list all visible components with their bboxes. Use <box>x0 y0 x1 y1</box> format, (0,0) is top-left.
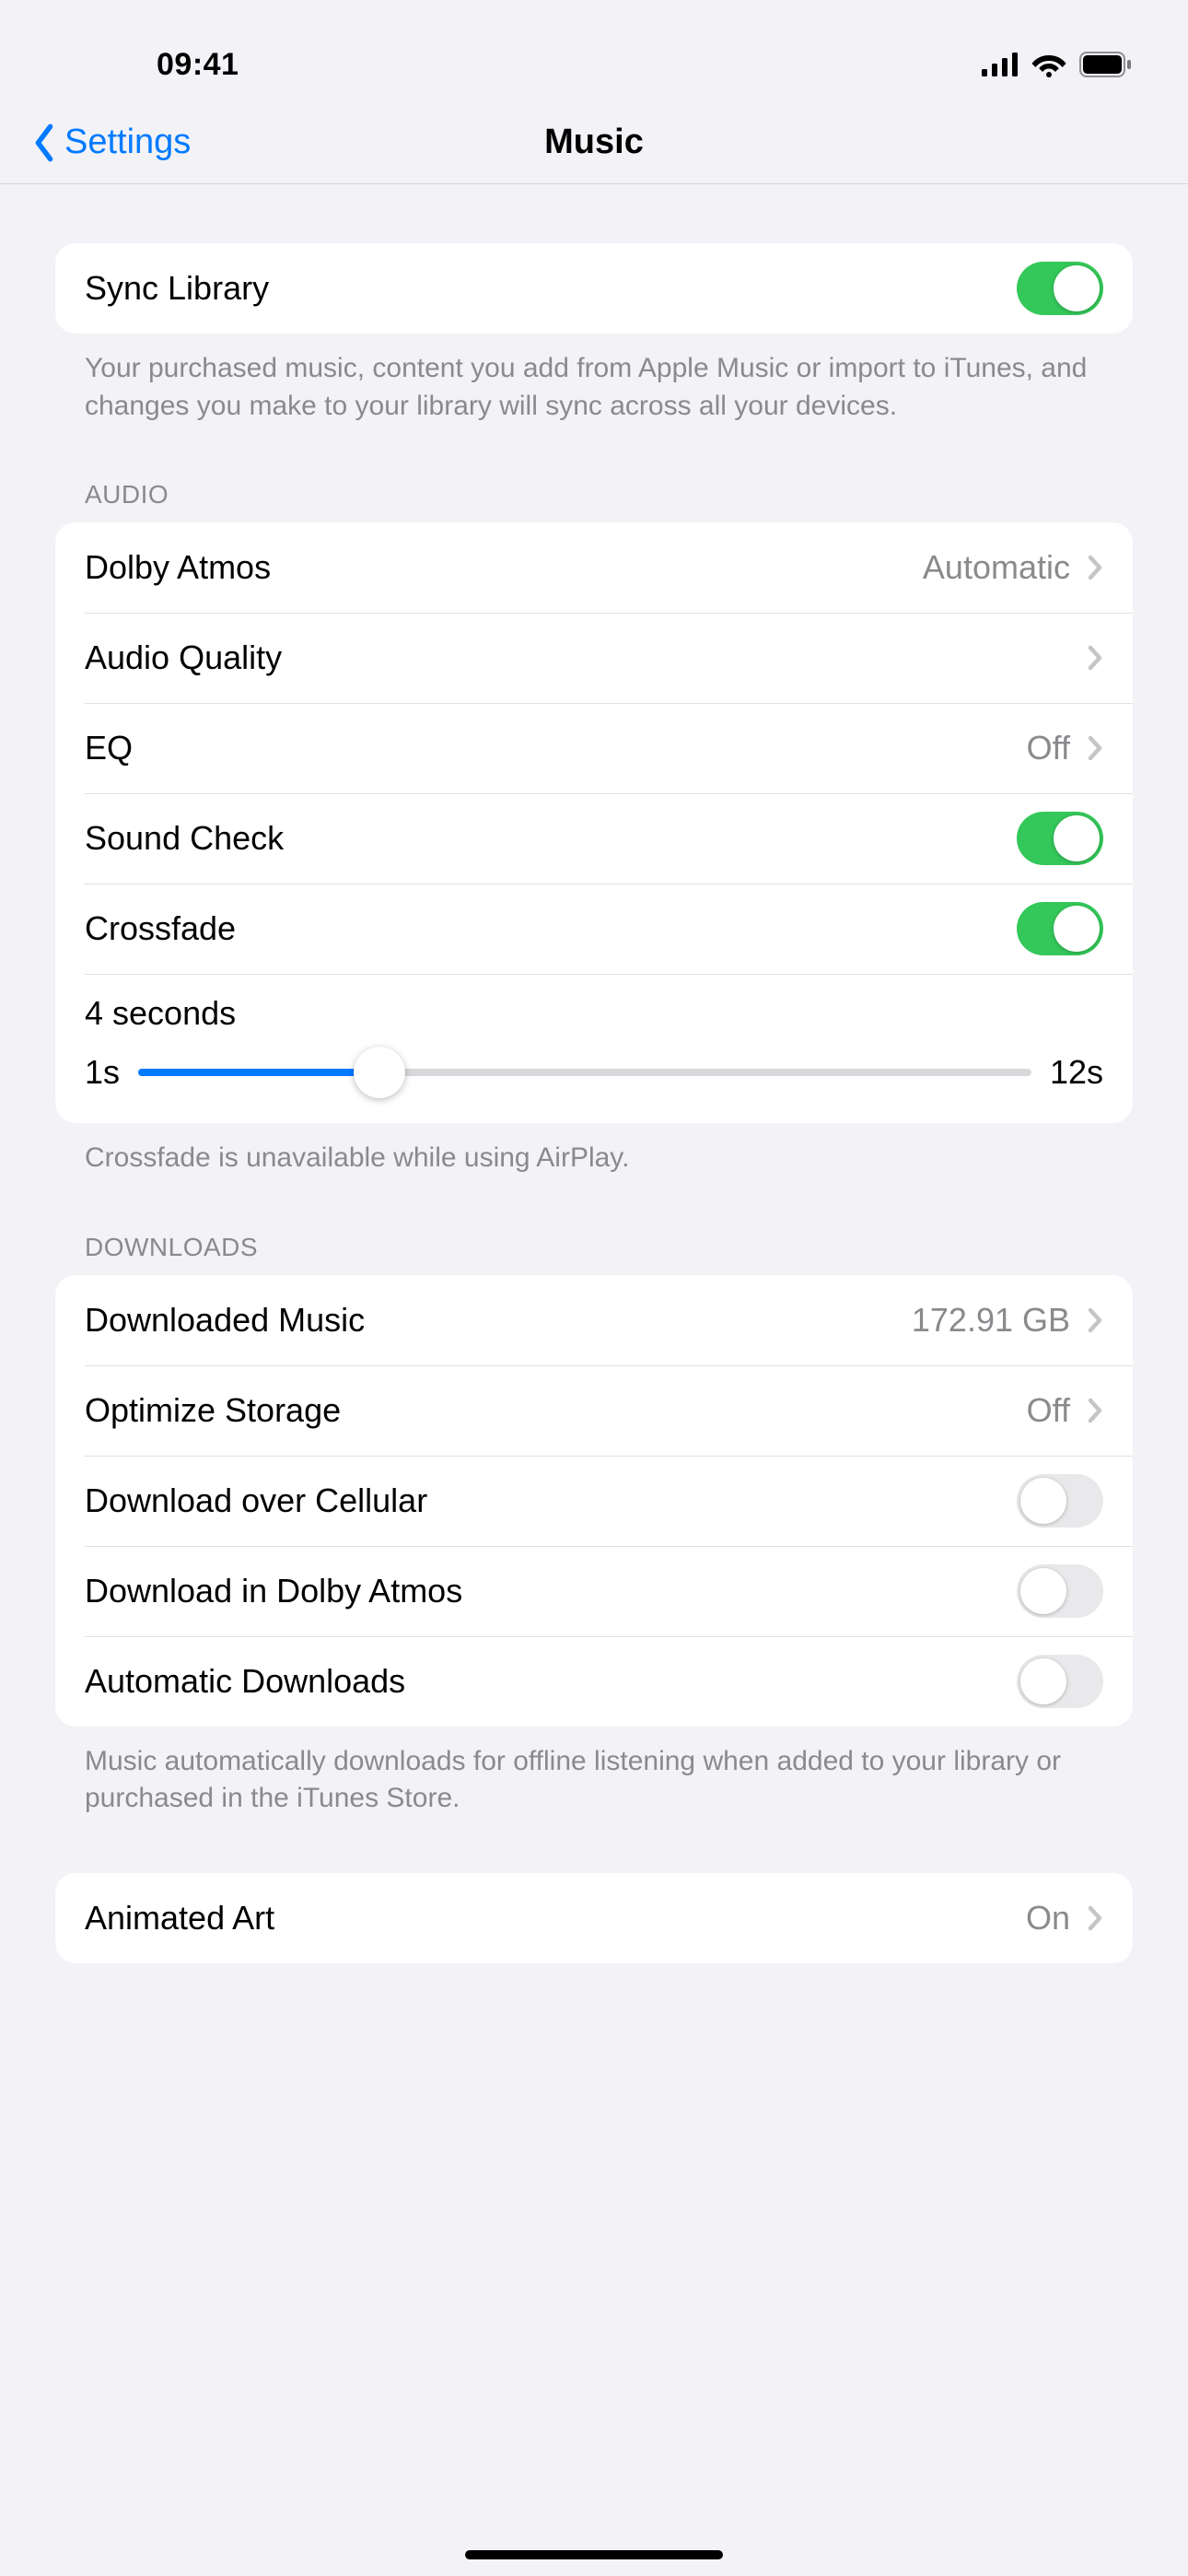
downloaded-music-row[interactable]: Downloaded Music 172.91 GB <box>55 1275 1133 1365</box>
download-cellular-label: Download over Cellular <box>85 1481 427 1520</box>
back-button[interactable]: Settings <box>28 123 191 163</box>
cellular-icon <box>982 53 1019 76</box>
download-cellular-row[interactable]: Download over Cellular <box>55 1456 1133 1546</box>
audio-quality-label: Audio Quality <box>85 638 282 677</box>
download-dolby-toggle[interactable] <box>1017 1564 1103 1618</box>
audio-header: AUDIO <box>55 425 1133 522</box>
eq-label: EQ <box>85 729 133 767</box>
sync-library-footer: Your purchased music, content you add fr… <box>55 334 1133 425</box>
sound-check-toggle[interactable] <box>1017 812 1103 865</box>
chevron-right-icon <box>1087 735 1103 761</box>
back-label: Settings <box>64 123 191 162</box>
audio-footer: Crossfade is unavailable while using Air… <box>55 1123 1133 1177</box>
optimize-storage-row[interactable]: Optimize Storage Off <box>55 1365 1133 1456</box>
status-bar: 09:41 <box>0 0 1188 101</box>
downloads-group: Downloaded Music 172.91 GB Optimize Stor… <box>55 1275 1133 1727</box>
download-dolby-label: Download in Dolby Atmos <box>85 1572 462 1610</box>
crossfade-slider[interactable] <box>138 1069 1031 1076</box>
dolby-atmos-label: Dolby Atmos <box>85 548 271 587</box>
crossfade-slider-row: 4 seconds 1s 12s <box>55 974 1133 1123</box>
sync-library-group: Sync Library <box>55 243 1133 334</box>
downloaded-music-label: Downloaded Music <box>85 1301 365 1340</box>
downloads-footer: Music automatically downloads for offlin… <box>55 1727 1133 1818</box>
dolby-atmos-row[interactable]: Dolby Atmos Automatic <box>55 522 1133 613</box>
audio-quality-row[interactable]: Audio Quality <box>55 613 1133 703</box>
optimize-storage-label: Optimize Storage <box>85 1391 341 1430</box>
chevron-right-icon <box>1087 1398 1103 1423</box>
crossfade-slider-thumb[interactable] <box>354 1047 405 1098</box>
status-time: 09:41 <box>157 47 239 83</box>
wifi-icon <box>1031 52 1066 77</box>
nav-bar: Settings Music <box>0 101 1188 184</box>
dolby-atmos-value: Automatic <box>923 548 1070 587</box>
sync-library-toggle[interactable] <box>1017 262 1103 315</box>
automatic-downloads-row[interactable]: Automatic Downloads <box>55 1636 1133 1727</box>
optimize-storage-value: Off <box>1027 1391 1070 1430</box>
crossfade-row[interactable]: Crossfade <box>55 884 1133 974</box>
eq-row[interactable]: EQ Off <box>55 703 1133 793</box>
chevron-right-icon <box>1087 645 1103 671</box>
download-dolby-row[interactable]: Download in Dolby Atmos <box>55 1546 1133 1636</box>
crossfade-max: 12s <box>1050 1053 1103 1092</box>
automatic-downloads-label: Automatic Downloads <box>85 1662 405 1701</box>
sync-library-label: Sync Library <box>85 269 269 308</box>
crossfade-label: Crossfade <box>85 909 236 948</box>
crossfade-min: 1s <box>85 1053 120 1092</box>
sound-check-label: Sound Check <box>85 819 284 858</box>
animated-art-label: Animated Art <box>85 1899 274 1938</box>
chevron-right-icon <box>1087 1905 1103 1931</box>
content: Sync Library Your purchased music, conte… <box>0 184 1188 1963</box>
status-icons <box>982 52 1133 77</box>
download-cellular-toggle[interactable] <box>1017 1474 1103 1528</box>
downloaded-music-value: 172.91 GB <box>912 1301 1070 1340</box>
crossfade-current: 4 seconds <box>85 994 1103 1033</box>
home-indicator[interactable] <box>465 2550 723 2559</box>
chevron-right-icon <box>1087 1307 1103 1333</box>
animated-art-value: On <box>1026 1899 1070 1938</box>
animated-art-group: Animated Art On <box>55 1873 1133 1963</box>
downloads-header: DOWNLOADS <box>55 1177 1133 1275</box>
chevron-right-icon <box>1087 555 1103 580</box>
battery-icon <box>1079 52 1133 77</box>
automatic-downloads-toggle[interactable] <box>1017 1655 1103 1708</box>
crossfade-toggle[interactable] <box>1017 902 1103 955</box>
sync-library-row[interactable]: Sync Library <box>55 243 1133 334</box>
audio-group: Dolby Atmos Automatic Audio Quality EQ O… <box>55 522 1133 1123</box>
chevron-left-icon <box>28 123 61 163</box>
animated-art-row[interactable]: Animated Art On <box>55 1873 1133 1963</box>
crossfade-slider-fill <box>138 1069 379 1076</box>
sound-check-row[interactable]: Sound Check <box>55 793 1133 884</box>
eq-value: Off <box>1027 729 1070 767</box>
